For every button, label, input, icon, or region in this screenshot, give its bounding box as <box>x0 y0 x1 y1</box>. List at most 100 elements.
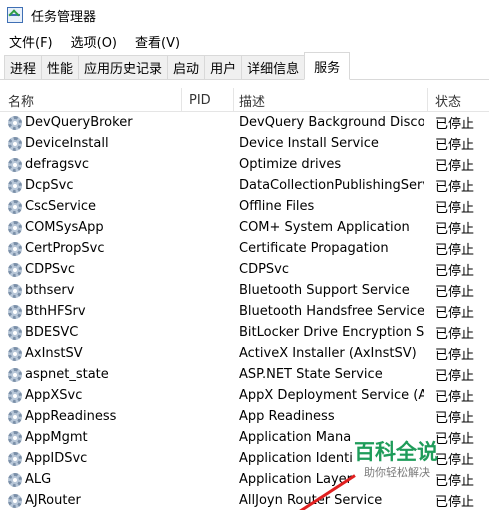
service-row[interactable]: DevQueryBroker DevQuery Background Disco.… <box>0 112 489 133</box>
service-row[interactable]: CDPSvc CDPSvc 已停止 <box>0 259 489 280</box>
menu-file[interactable]: 文件(F) <box>0 32 62 51</box>
service-name: BDESVC <box>25 325 79 340</box>
service-pid <box>189 175 229 196</box>
service-row[interactable]: BDESVC BitLocker Drive Encryption Se... 已停… <box>0 322 489 343</box>
service-status: 已停止 <box>435 285 475 300</box>
service-gear-icon <box>8 389 22 403</box>
tab-app-history[interactable]: 应用历史记录 <box>78 55 169 79</box>
service-description: Certificate Propagation <box>239 241 389 256</box>
service-row[interactable]: AxInstSV ActiveX Installer (AxInstSV) 已停止 <box>0 343 489 364</box>
service-status: 已停止 <box>435 180 475 195</box>
service-name: DcpSvc <box>25 178 74 193</box>
service-name: bthserv <box>25 283 75 298</box>
service-row[interactable]: DeviceInstall Device Install Service 已停止 <box>0 133 489 154</box>
column-description[interactable]: 描述 <box>239 88 265 112</box>
service-status: 已停止 <box>435 138 475 153</box>
service-name: CscService <box>25 199 97 214</box>
service-status: 已停止 <box>435 348 475 363</box>
service-gear-icon <box>8 410 22 424</box>
service-name: AppXSvc <box>25 388 83 403</box>
column-divider[interactable] <box>181 88 182 112</box>
service-status: 已停止 <box>435 222 475 237</box>
service-row[interactable]: COMSysApp COM+ System Application 已停止 <box>0 217 489 238</box>
service-status: 已停止 <box>435 390 475 405</box>
task-manager-icon <box>7 7 23 23</box>
service-name: DevQueryBroker <box>25 115 133 130</box>
service-name: BthHFSrv <box>25 304 86 319</box>
service-row[interactable]: CscService Offline Files 已停止 <box>0 196 489 217</box>
service-name: AppIDSvc <box>25 451 88 466</box>
tab-bar: 进程 性能 应用历史记录 启动 用户 详细信息 服务 <box>0 52 489 80</box>
service-description: COM+ System Application <box>239 220 410 235</box>
service-row[interactable]: AJRouter AllJoyn Router Service 已停止 <box>0 490 489 510</box>
service-pid <box>189 238 229 259</box>
service-description: AppX Deployment Service (A... <box>239 388 424 403</box>
service-pid <box>189 112 229 133</box>
service-description: BitLocker Drive Encryption Se... <box>239 325 424 340</box>
service-row[interactable]: bthserv Bluetooth Support Service 已停止 <box>0 280 489 301</box>
service-description: AllJoyn Router Service <box>239 493 383 508</box>
service-status: 已停止 <box>435 264 475 279</box>
service-gear-icon <box>8 179 22 193</box>
tab-users[interactable]: 用户 <box>204 55 243 79</box>
service-gear-icon <box>8 431 22 445</box>
service-gear-icon <box>8 326 22 340</box>
service-description: Bluetooth Support Service <box>239 283 410 298</box>
tab-processes[interactable]: 进程 <box>4 55 43 79</box>
service-row[interactable]: BthHFSrv Bluetooth Handsfree Service 已停止 <box>0 301 489 322</box>
tab-startup[interactable]: 启动 <box>167 55 206 79</box>
column-status[interactable]: 状态 <box>435 88 461 112</box>
service-pid <box>189 427 229 448</box>
service-status: 已停止 <box>435 327 475 342</box>
column-name[interactable]: 名称 <box>8 88 34 112</box>
watermark-title: 百科全说 <box>354 440 438 464</box>
service-description: Device Install Service <box>239 136 379 151</box>
service-gear-icon <box>8 284 22 298</box>
service-status: 已停止 <box>435 369 475 384</box>
tab-performance[interactable]: 性能 <box>41 55 80 79</box>
service-gear-icon <box>8 368 22 382</box>
menu-options[interactable]: 选项(O) <box>62 32 126 51</box>
service-pid <box>189 469 229 490</box>
service-status: 已停止 <box>435 306 475 321</box>
service-gear-icon <box>8 452 22 466</box>
service-status: 已停止 <box>435 411 475 426</box>
column-divider[interactable] <box>427 88 428 112</box>
service-name: AppReadiness <box>25 409 117 424</box>
service-status: 已停止 <box>435 495 475 510</box>
service-name: AJRouter <box>25 493 81 508</box>
service-name: AppMgmt <box>25 430 88 445</box>
watermark-subtitle: 助你轻松解决 <box>364 466 430 479</box>
tab-details[interactable]: 详细信息 <box>241 55 306 79</box>
service-row[interactable]: AppXSvc AppX Deployment Service (A... 已停止 <box>0 385 489 406</box>
service-gear-icon <box>8 263 22 277</box>
service-pid <box>189 196 229 217</box>
column-pid[interactable]: PID <box>189 88 211 112</box>
service-pid <box>189 448 229 469</box>
column-divider[interactable] <box>233 88 234 112</box>
service-gear-icon <box>8 200 22 214</box>
service-row[interactable]: CertPropSvc Certificate Propagation 已停止 <box>0 238 489 259</box>
service-description: CDPSvc <box>239 262 290 277</box>
menu-view[interactable]: 查看(V) <box>126 32 189 51</box>
service-gear-icon <box>8 305 22 319</box>
service-row[interactable]: defragsvc Optimize drives 已停止 <box>0 154 489 175</box>
service-row[interactable]: aspnet_state ASP.NET State Service 已停止 <box>0 364 489 385</box>
service-pid <box>189 301 229 322</box>
service-pid <box>189 490 229 510</box>
service-name: COMSysApp <box>25 220 104 235</box>
watermark: 百科全说 助你轻松解决 <box>350 436 460 486</box>
service-description: Bluetooth Handsfree Service <box>239 304 424 319</box>
tab-services[interactable]: 服务 <box>304 52 351 80</box>
menu-bar: 文件(F) 选项(O) 查看(V) <box>0 30 489 52</box>
service-description: Optimize drives <box>239 157 342 172</box>
service-row[interactable]: DcpSvc DataCollectionPublishingServi... 已停… <box>0 175 489 196</box>
service-name: ALG <box>25 472 52 487</box>
service-description: ASP.NET State Service <box>239 367 383 382</box>
service-pid <box>189 259 229 280</box>
service-pid <box>189 217 229 238</box>
service-status: 已停止 <box>435 243 475 258</box>
service-pid <box>189 406 229 427</box>
service-name: AxInstSV <box>25 346 83 361</box>
service-row[interactable]: AppReadiness App Readiness 已停止 <box>0 406 489 427</box>
